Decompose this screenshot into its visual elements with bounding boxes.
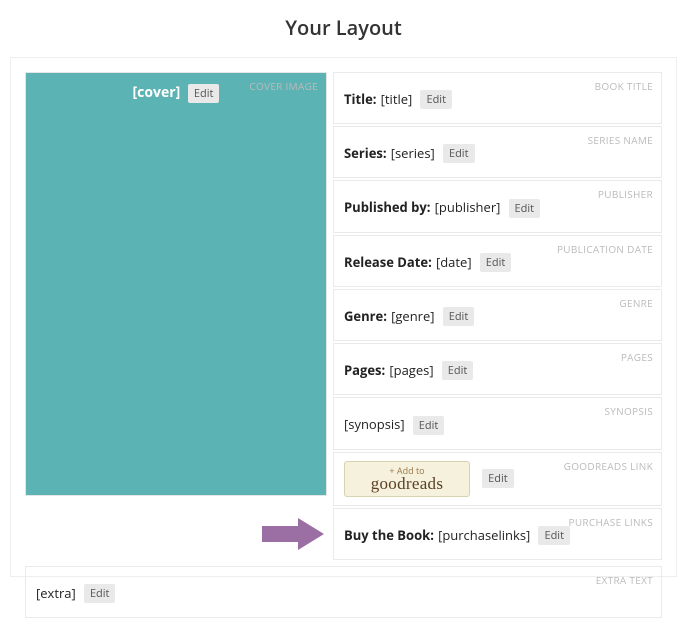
publisher-block[interactable]: PUBLISHER Published by: [publisher] Edit bbox=[333, 180, 662, 232]
pages-value: [pages] bbox=[389, 361, 433, 379]
series-block[interactable]: SERIES NAME Series: [series] Edit bbox=[333, 126, 662, 178]
purchase-value: [purchaselinks] bbox=[438, 526, 530, 544]
synopsis-block[interactable]: SYNOPSIS [synopsis] Edit bbox=[333, 397, 662, 449]
synopsis-value: [synopsis] bbox=[344, 415, 405, 433]
series-value: [series] bbox=[391, 144, 435, 162]
arrow-right-icon bbox=[262, 518, 324, 550]
edit-title-button[interactable]: Edit bbox=[420, 90, 452, 109]
section-tag-title: BOOK TITLE bbox=[595, 79, 653, 93]
edit-genre-button[interactable]: Edit bbox=[443, 307, 475, 326]
edit-goodreads-button[interactable]: Edit bbox=[482, 469, 514, 488]
goodreads-brand-text: goodreads bbox=[371, 474, 444, 493]
pages-block[interactable]: PAGES Pages: [pages] Edit bbox=[333, 343, 662, 395]
goodreads-block[interactable]: GOODREADS LINK + Add to goodreads Edit bbox=[333, 452, 662, 506]
section-tag-date: PUBLICATION DATE bbox=[557, 242, 653, 256]
title-value: [title] bbox=[381, 90, 413, 108]
section-tag-pages: PAGES bbox=[621, 350, 653, 364]
edit-pages-button[interactable]: Edit bbox=[442, 361, 474, 380]
publisher-value: [publisher] bbox=[435, 198, 501, 216]
edit-series-button[interactable]: Edit bbox=[443, 144, 475, 163]
edit-cover-button[interactable]: Edit bbox=[188, 84, 220, 103]
section-tag-goodreads: GOODREADS LINK bbox=[564, 459, 653, 473]
edit-extra-button[interactable]: Edit bbox=[84, 584, 116, 603]
section-tag-synopsis: SYNOPSIS bbox=[604, 404, 653, 418]
extra-value: [extra] bbox=[36, 584, 76, 602]
edit-date-button[interactable]: Edit bbox=[480, 253, 512, 272]
section-tag-extra: EXTRA TEXT bbox=[596, 573, 653, 587]
page-title: Your Layout bbox=[0, 0, 687, 51]
layout-card: COVER IMAGE [cover] Edit BOOK TITLE Titl… bbox=[10, 57, 677, 577]
genre-label: Genre: bbox=[344, 307, 387, 325]
cover-image-block[interactable]: COVER IMAGE [cover] Edit bbox=[25, 72, 327, 496]
date-block[interactable]: PUBLICATION DATE Release Date: [date] Ed… bbox=[333, 235, 662, 287]
edit-purchase-button[interactable]: Edit bbox=[538, 526, 570, 545]
cover-placeholder: [cover] bbox=[133, 83, 181, 102]
genre-block[interactable]: GENRE Genre: [genre] Edit bbox=[333, 289, 662, 341]
date-label: Release Date: bbox=[344, 253, 432, 271]
purchase-block[interactable]: PURCHASE LINKS Buy the Book: [purchaseli… bbox=[333, 508, 662, 560]
extra-block[interactable]: EXTRA TEXT [extra] Edit bbox=[25, 566, 662, 618]
title-label: Title: bbox=[344, 90, 377, 108]
publisher-label: Published by: bbox=[344, 198, 431, 216]
title-block[interactable]: BOOK TITLE Title: [title] Edit bbox=[333, 72, 662, 124]
edit-publisher-button[interactable]: Edit bbox=[509, 199, 541, 218]
goodreads-add-button[interactable]: + Add to goodreads bbox=[344, 461, 470, 497]
section-tag-purchase: PURCHASE LINKS bbox=[569, 515, 653, 529]
edit-synopsis-button[interactable]: Edit bbox=[413, 416, 445, 435]
date-value: [date] bbox=[436, 253, 472, 271]
section-tag-publisher: PUBLISHER bbox=[598, 187, 653, 201]
section-tag-series: SERIES NAME bbox=[588, 133, 653, 147]
pages-label: Pages: bbox=[344, 361, 385, 379]
section-tag-genre: GENRE bbox=[619, 296, 653, 310]
purchase-label: Buy the Book: bbox=[344, 526, 434, 544]
right-column: BOOK TITLE Title: [title] Edit SERIES NA… bbox=[333, 72, 662, 560]
series-label: Series: bbox=[344, 144, 387, 162]
genre-value: [genre] bbox=[391, 307, 434, 325]
